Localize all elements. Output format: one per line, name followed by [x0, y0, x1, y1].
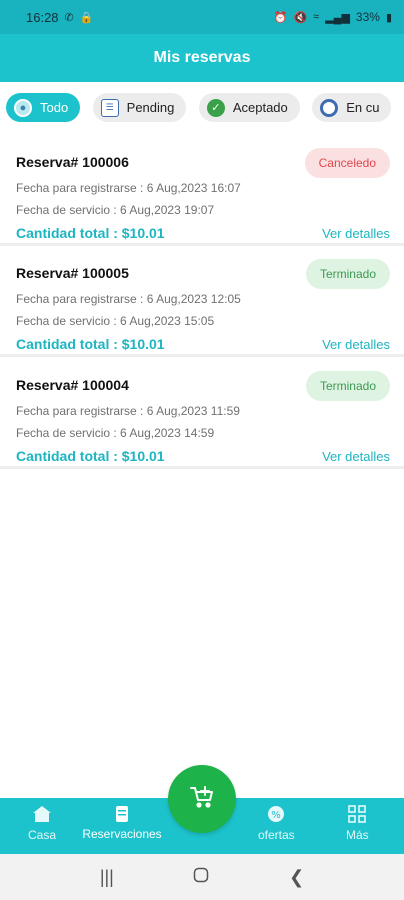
nav-label: ofertas — [258, 828, 295, 842]
nav-label: Casa — [28, 828, 57, 842]
page-title: Mis reservas — [153, 49, 251, 66]
signal-icon: ▂▄▆ — [325, 11, 350, 24]
system-nav-bar: ||| ❮ — [0, 854, 404, 900]
lock-icon: 🔒 — [79, 11, 94, 24]
document-icon — [112, 804, 132, 824]
view-details-link[interactable]: Ver detalles — [322, 449, 390, 464]
booking-title: Reserva# 100006 — [16, 154, 129, 170]
status-time: 16:28 — [26, 9, 59, 25]
filter-chip-label: En cu — [346, 100, 380, 115]
clipboard-icon: ☰ — [100, 98, 119, 117]
nav-label: Reservaciones — [82, 827, 162, 841]
nav-item-ofertas[interactable]: % ofertas — [258, 804, 295, 842]
register-date: Fecha para registrarse : 6 Aug,2023 16:0… — [16, 181, 241, 195]
booking-total: Cantidad total : $10.01 — [16, 448, 165, 464]
radio-icon: ● — [14, 98, 32, 117]
register-date: Fecha para registrarse : 6 Aug,2023 11:5… — [16, 404, 240, 418]
nav-item-reservaciones[interactable]: Reservaciones — [82, 804, 162, 841]
back-icon[interactable]: ❮ — [289, 867, 304, 888]
nav-label: Más — [346, 828, 369, 842]
filter-chip-todo[interactable]: ● Todo — [6, 93, 81, 122]
service-date: Fecha de servicio : 6 Aug,2023 14:59 — [16, 426, 215, 440]
view-details-link[interactable]: Ver detalles — [322, 337, 390, 352]
booking-card[interactable]: Reserva# 100006 Canceledo Fecha para reg… — [0, 140, 404, 246]
view-details-link[interactable]: Ver detalles — [322, 226, 390, 241]
svg-text:%: % — [272, 810, 282, 821]
status-bar: 16:28 ✆ 🔒 ⏰ 🔇 ≈ ▂▄▆ 33% ▮ — [0, 0, 404, 34]
filter-chip-label: Aceptado — [232, 100, 288, 115]
booking-card[interactable]: Reserva# 100004 Terminado Fecha para reg… — [0, 363, 404, 469]
service-date: Fecha de servicio : 6 Aug,2023 19:07 — [16, 203, 215, 217]
booking-total: Cantidad total : $10.01 — [16, 225, 165, 241]
cart-fab-button[interactable] — [168, 765, 236, 833]
register-date: Fecha para registrarse : 6 Aug,2023 12:0… — [16, 292, 241, 306]
home-button-icon[interactable] — [193, 867, 209, 888]
wifi-icon: ≈ — [313, 11, 320, 23]
booking-total: Cantidad total : $10.01 — [16, 336, 165, 352]
booking-card[interactable]: Reserva# 100005 Terminado Fecha para reg… — [0, 251, 404, 357]
gear-icon — [320, 98, 339, 117]
alarm-icon: ⏰ — [273, 11, 288, 24]
service-date: Fecha de servicio : 6 Aug,2023 15:05 — [16, 314, 215, 328]
filter-chips: ● Todo ☰ Pending ✓ Aceptado En cu — [0, 88, 404, 128]
phone-icon: ✆ — [64, 11, 74, 24]
filter-chip-pending[interactable]: ☰ Pending — [92, 93, 187, 122]
nav-item-mas[interactable]: Más — [346, 804, 369, 842]
booking-title: Reserva# 100004 — [16, 377, 129, 393]
battery-icon: ▮ — [385, 11, 392, 24]
app-bar: Mis reservas — [0, 34, 404, 82]
home-icon — [32, 804, 52, 824]
filter-chip-label: Todo — [40, 100, 69, 115]
status-badge: Terminado — [305, 371, 390, 401]
nav-item-casa[interactable]: Casa — [28, 804, 56, 842]
recent-apps-icon[interactable]: ||| — [100, 867, 114, 888]
status-badge: Terminado — [305, 259, 390, 289]
grid-icon — [347, 804, 367, 824]
status-badge: Canceledo — [304, 148, 390, 178]
battery-level: 33% — [355, 10, 380, 24]
filter-chip-label: Pending — [126, 100, 175, 115]
cart-add-icon — [189, 785, 215, 814]
check-circle-icon: ✓ — [206, 98, 225, 117]
discount-icon: % — [266, 804, 286, 824]
filter-chip-en-curso[interactable]: En cu — [312, 93, 392, 122]
mute-icon: 🔇 — [293, 11, 308, 24]
booking-title: Reserva# 100005 — [16, 265, 129, 281]
filter-chip-aceptado[interactable]: ✓ Aceptado — [198, 93, 300, 122]
